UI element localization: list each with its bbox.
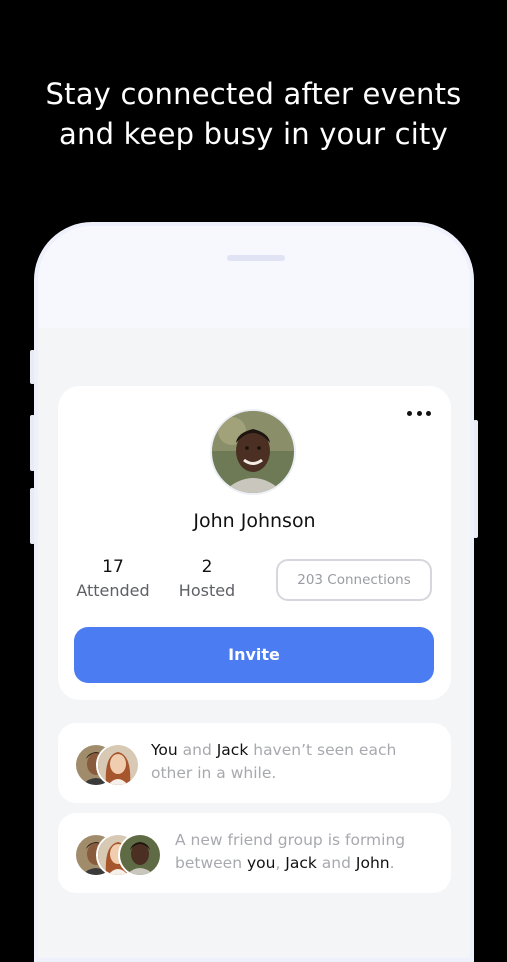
profile-name: John Johnson — [193, 510, 316, 532]
stat-hosted-value: 2 — [201, 557, 213, 577]
invite-button[interactable]: Invite — [74, 627, 434, 683]
activity-connector: and — [177, 741, 217, 759]
activity-name-jack: Jack — [285, 854, 317, 872]
stat-hosted-label: Hosted — [178, 581, 236, 600]
profile-avatar — [210, 409, 296, 495]
phone-frame: John Johnson 17 Attended 2 Hosted 203 Co… — [34, 222, 474, 962]
stat-attended-value: 17 — [102, 557, 124, 577]
activity-card[interactable]: You and Jack haven’t seen each other in … — [58, 723, 451, 803]
avatar — [118, 833, 162, 877]
activity-connector: , — [275, 854, 286, 872]
activity-period: . — [389, 854, 395, 872]
more-horizontal-icon[interactable] — [407, 408, 431, 418]
activity-card[interactable]: A new friend group is forming between yo… — [58, 813, 451, 893]
activity-name-john: John — [355, 854, 390, 872]
stat-attended: 17 Attended — [73, 557, 153, 602]
phone-notch — [227, 255, 285, 261]
stat-attended-label: Attended — [76, 581, 150, 600]
status-area — [38, 226, 470, 328]
connections-button[interactable]: 203 Connections — [276, 559, 432, 601]
avatar — [96, 743, 140, 787]
activity-text: You and Jack haven’t seen each other in … — [151, 739, 441, 785]
headline-line-1: Stay connected after events — [45, 77, 462, 111]
headline-line-2: and keep busy in your city — [59, 117, 448, 151]
activity-name-you: you — [246, 854, 276, 872]
headline: Stay connected after events and keep bus… — [0, 74, 507, 154]
stat-hosted: 2 Hosted — [176, 557, 238, 602]
activity-name-you: You — [151, 741, 178, 759]
activity-connector: and — [316, 854, 356, 872]
activity-name-jack: Jack — [216, 741, 249, 759]
activity-text: A new friend group is forming between yo… — [175, 829, 440, 875]
profile-card: John Johnson 17 Attended 2 Hosted 203 Co… — [58, 386, 451, 700]
